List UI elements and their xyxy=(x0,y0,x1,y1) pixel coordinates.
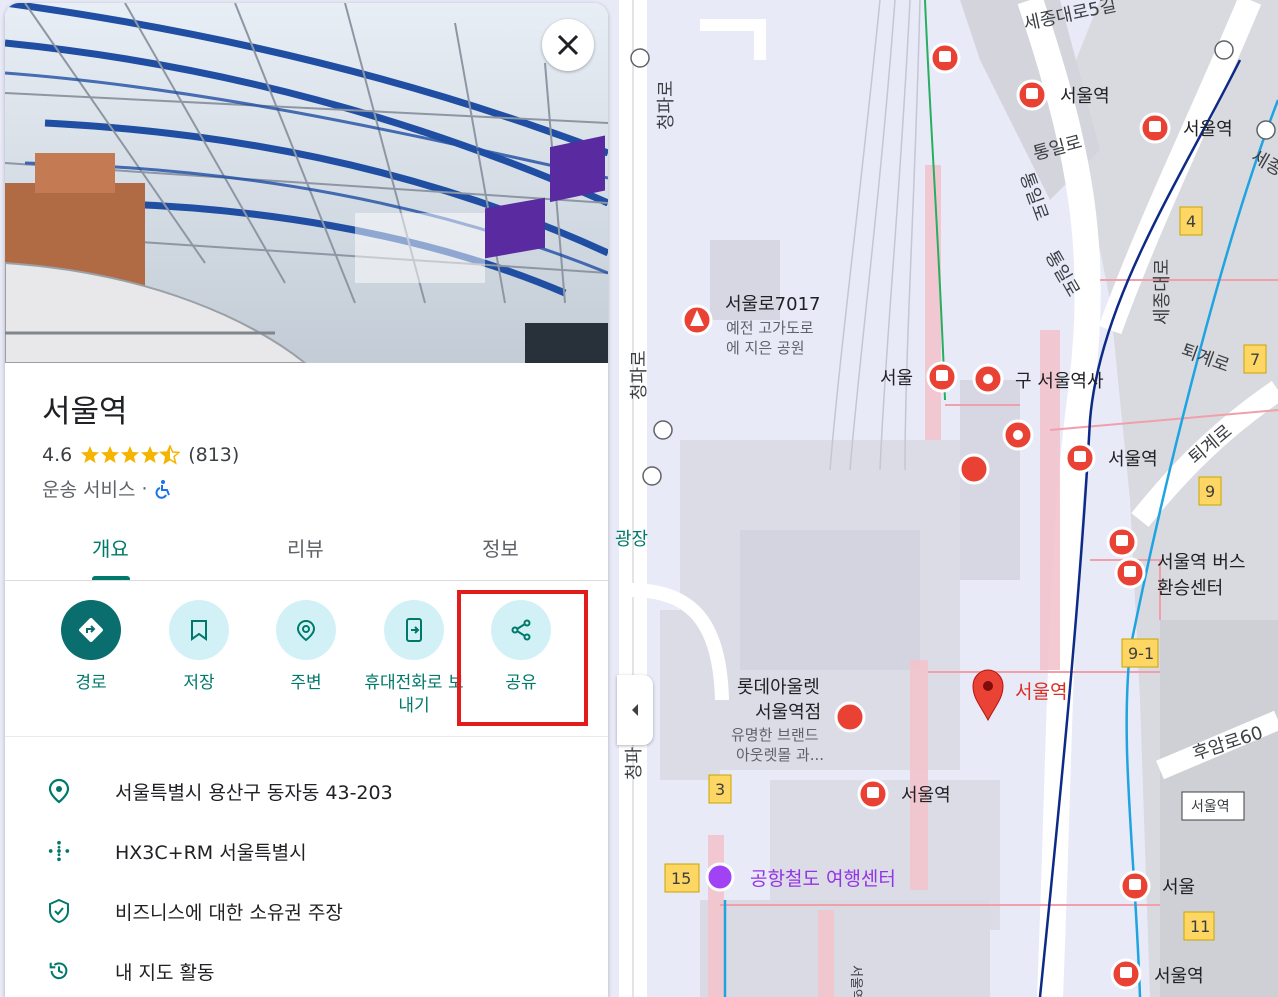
nearby-search-icon xyxy=(296,619,316,642)
label-vertical-seoulyeok: 서울역 xyxy=(848,965,863,997)
close-button[interactable] xyxy=(542,19,594,71)
label-cheongpa-ro-mid: 청파로 xyxy=(629,350,650,400)
label-seoul-station: 서울 xyxy=(880,368,913,389)
my-maps-activity-row[interactable]: 내 지도 활동 xyxy=(5,946,608,996)
exit-15: 15 xyxy=(671,869,691,888)
rating-stars[interactable] xyxy=(80,445,181,465)
chevron-left-icon xyxy=(632,704,638,716)
directions-icon xyxy=(79,618,103,642)
label-old-station: 구 서울역사 xyxy=(1015,371,1104,392)
tab-reviews[interactable]: 리뷰 xyxy=(287,533,324,562)
label-lotte-2: 서울역점 xyxy=(755,702,821,723)
history-icon xyxy=(49,962,68,980)
send-to-phone-icon-circle xyxy=(384,600,444,660)
label-main-pin: 서울역 xyxy=(1015,681,1067,703)
verified-shield-icon xyxy=(49,898,69,924)
directions-button[interactable]: 경로 xyxy=(36,600,146,695)
label-lotte-1: 롯데아울렛 xyxy=(737,677,820,698)
label-sejong-daero: 세종대로 xyxy=(1152,259,1173,325)
place-title: 서울역 xyxy=(42,394,128,430)
label-lotte-3: 유명한 브랜드 xyxy=(731,726,819,744)
label-cheongpa-ro-bottom: 청파 xyxy=(624,746,645,780)
send-to-phone-label-line1: 휴대전화로 보 xyxy=(364,673,464,693)
label-seoulyeok-br: 서울역 xyxy=(1154,966,1204,987)
location-pin-icon xyxy=(48,778,70,804)
share-highlight-box xyxy=(457,590,588,726)
my-maps-activity-text: 내 지도 활동 xyxy=(115,961,215,984)
send-to-phone-label: 휴대전화로 보 내기 xyxy=(364,672,463,718)
directions-label: 경로 xyxy=(75,673,107,693)
collapse-panel-button[interactable] xyxy=(617,675,653,745)
bookmark-icon xyxy=(191,620,207,641)
close-icon xyxy=(557,34,579,56)
save-button[interactable]: 저장 xyxy=(144,600,254,695)
label-seoulyeok-top: 서울역 xyxy=(1060,86,1110,107)
nearby-icon-circle xyxy=(276,600,336,660)
exit-11: 11 xyxy=(1190,917,1210,936)
category-row: 운송 서비스 · xyxy=(42,475,172,502)
place-photo[interactable] xyxy=(5,3,608,363)
save-icon-circle xyxy=(169,600,229,660)
tab-about[interactable]: 정보 xyxy=(482,533,519,562)
label-arex-center: 공항철도 여행센터 xyxy=(750,868,896,890)
camera-marker-icon xyxy=(705,862,735,892)
address-row[interactable]: 서울특별시 용산구 동자동 43-203 xyxy=(5,766,608,816)
exit-9-1: 9-1 xyxy=(1128,644,1154,663)
nearby-label: 주변 xyxy=(290,673,322,693)
place-panel: 서울역 4.6 (813) 운송 서비스 · 개요 리뷰 정보 경로 저장 주변… xyxy=(5,3,608,997)
phone-send-icon xyxy=(406,618,422,642)
directions-icon-circle xyxy=(61,600,121,660)
category-separator: · xyxy=(141,477,148,500)
active-tab-indicator xyxy=(92,576,130,580)
label-seoulyeok-top2: 서울역 xyxy=(1183,119,1233,140)
claim-business-text: 비즈니스에 대한 소유권 주장 xyxy=(115,901,343,924)
label-seoulyeok-bottom: 서울역 xyxy=(901,785,951,806)
museum-marker-icon xyxy=(958,453,990,485)
wheelchair-icon xyxy=(155,479,170,499)
label-cheongpa-ro-top: 청파로 xyxy=(656,80,677,130)
label-seoullo-desc1: 예전 고가도로 xyxy=(726,319,814,337)
exit-3: 3 xyxy=(715,780,725,799)
divider xyxy=(5,736,608,737)
address-text: 서울특별시 용산구 동자동 43-203 xyxy=(115,781,393,804)
tab-bar: 개요 리뷰 정보 xyxy=(5,503,608,581)
send-to-phone-button[interactable]: 휴대전화로 보 내기 xyxy=(359,600,469,718)
tab-overview[interactable]: 개요 xyxy=(92,533,129,562)
claim-business-row[interactable]: 비즈니스에 대한 소유권 주장 xyxy=(5,886,608,936)
plus-code-row[interactable]: HX3C+RM 서울특별시 xyxy=(5,826,608,876)
star-rating-icon xyxy=(81,445,181,465)
shopping-marker-icon xyxy=(834,701,866,733)
exit-7: 7 xyxy=(1250,350,1260,369)
label-bus-center-1: 서울역 버스 xyxy=(1157,552,1246,573)
rating-row: 4.6 (813) xyxy=(42,444,239,466)
plus-code-text: HX3C+RM 서울특별시 xyxy=(115,841,307,864)
label-seoullo: 서울로7017 xyxy=(725,294,821,315)
rating-value: 4.6 xyxy=(42,444,73,466)
label-seoulyeok-right: 서울역 xyxy=(1108,449,1158,470)
send-to-phone-label-line2: 내기 xyxy=(398,696,430,716)
label-lotte-4: 아웃렛몰 과... xyxy=(736,746,824,764)
exit-9: 9 xyxy=(1205,482,1215,501)
category-text[interactable]: 운송 서비스 xyxy=(42,475,135,502)
nearby-button[interactable]: 주변 xyxy=(251,600,361,695)
exit-4: 4 xyxy=(1186,212,1196,231)
plus-code-icon xyxy=(48,840,70,862)
label-bus-center-2: 환승센터 xyxy=(1157,578,1223,599)
label-seoullo-desc2: 에 지은 공원 xyxy=(726,339,805,357)
label-seoulyeok-box: 서울역 xyxy=(1191,799,1230,815)
label-seoul-bottom: 서울 xyxy=(1162,877,1195,898)
save-label: 저장 xyxy=(183,673,215,693)
review-count[interactable]: (813) xyxy=(188,444,239,466)
label-plaza-fragment: 광장 xyxy=(615,529,648,550)
